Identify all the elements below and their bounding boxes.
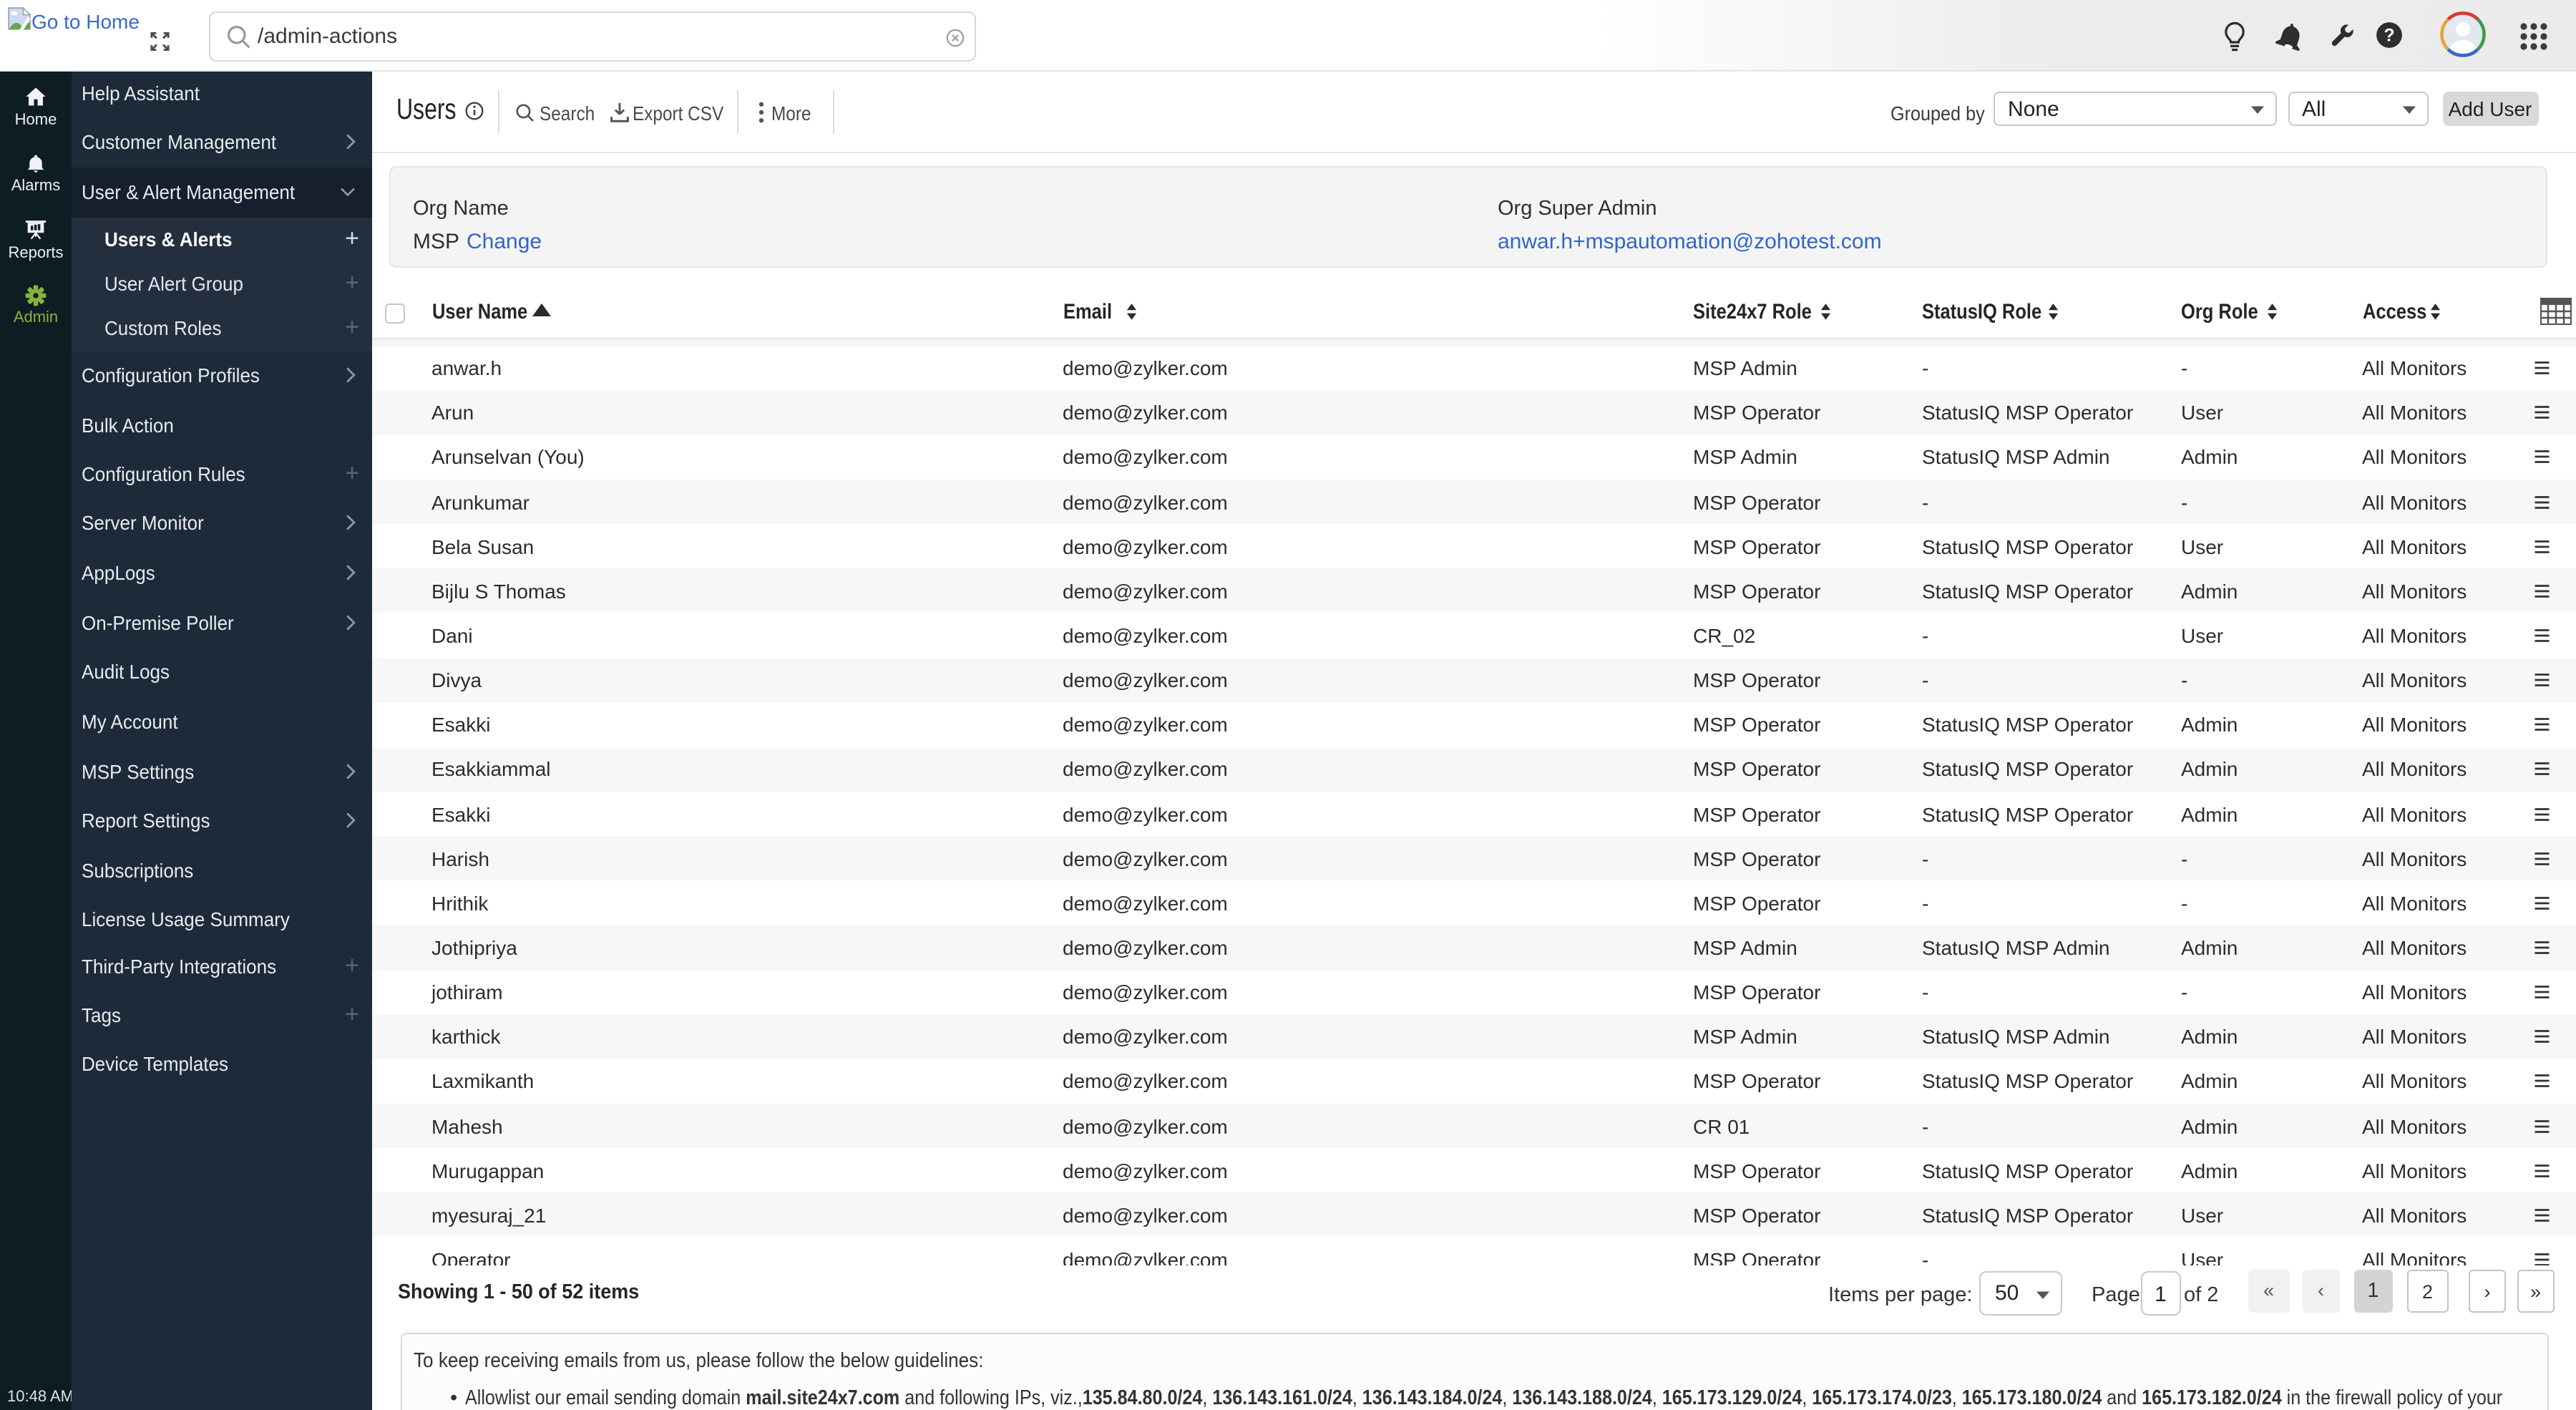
svg-text:?: ? — [2384, 26, 2394, 46]
